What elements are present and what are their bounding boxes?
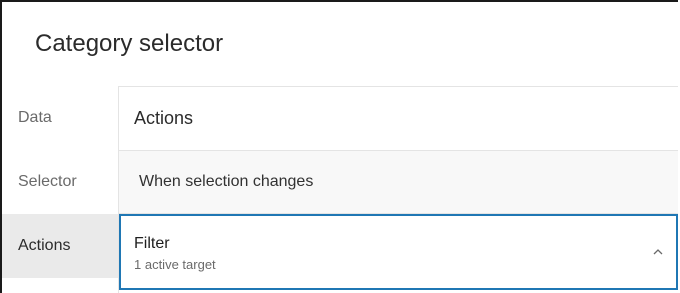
sidebar-item-label: Selector — [18, 173, 77, 190]
sidebar-item-selector[interactable]: Selector — [2, 150, 118, 214]
content-title: Actions — [119, 86, 678, 151]
filter-card-subtitle: 1 active target — [134, 257, 216, 272]
panel-header: Category selector — [2, 2, 678, 87]
filter-action-card[interactable]: Filter 1 active target — [119, 214, 678, 290]
sidebar-item-actions[interactable]: Actions — [2, 214, 118, 278]
main-content: Actions When selection changes Filter 1 … — [119, 86, 678, 293]
content-title-text: Actions — [134, 107, 194, 128]
sidebar-item-label: Actions — [18, 237, 71, 254]
chevron-up-icon[interactable] — [648, 242, 668, 262]
section-label: When selection changes — [139, 173, 314, 190]
sidebar-item-data[interactable]: Data — [2, 86, 118, 150]
settings-panel: Category selector Data Selector Actions … — [0, 0, 678, 293]
filter-card-title: Filter — [134, 235, 170, 252]
panel-title: Category selector — [35, 30, 224, 57]
when-selection-changes-section[interactable]: When selection changes — [119, 151, 678, 214]
sidebar: Data Selector Actions — [2, 86, 119, 293]
sidebar-item-label: Data — [18, 109, 52, 126]
